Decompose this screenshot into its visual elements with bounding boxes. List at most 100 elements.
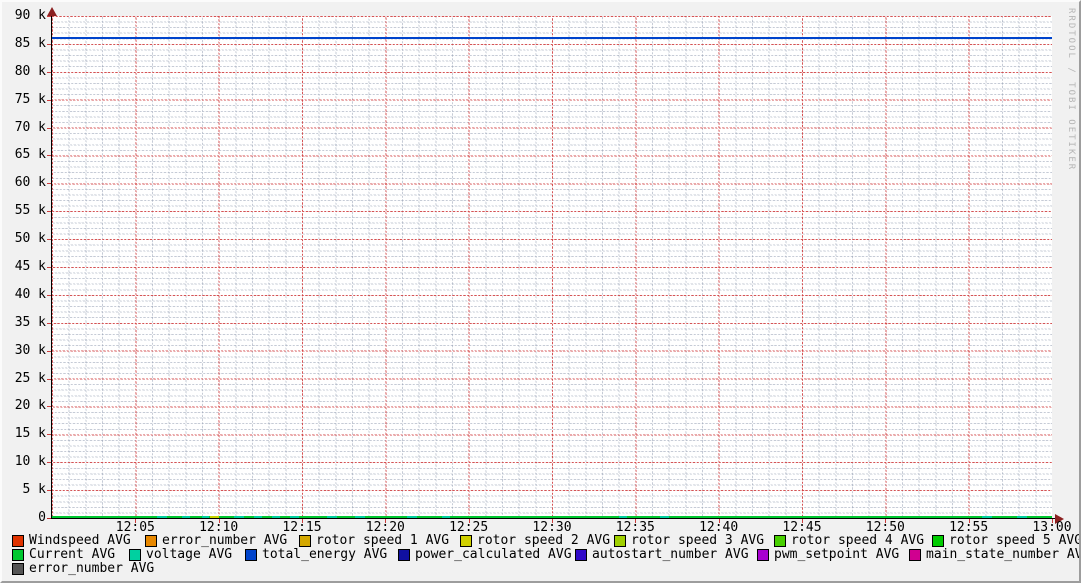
- y-axis-label: 90 k: [14, 8, 46, 23]
- legend-color-swatch: [145, 535, 157, 547]
- legend-color-swatch: [774, 535, 786, 547]
- y-axis-label: 35 k: [14, 314, 46, 330]
- x-axis-tick: [1052, 519, 1053, 523]
- legend-label: error_number AVG: [29, 561, 155, 576]
- legend-item: error_number AVG: [145, 533, 288, 548]
- x-axis-tick: [385, 519, 387, 523]
- legend-color-swatch: [460, 535, 472, 547]
- y-axis-tick: [47, 239, 51, 241]
- y-axis-tick: [47, 155, 51, 157]
- legend-label: rotor speed 2 AVG: [477, 533, 611, 548]
- y-axis-tick: [47, 99, 51, 101]
- legend-item: main_state_number AVG: [909, 547, 1081, 562]
- y-axis-tick: [47, 462, 51, 464]
- legend-item: power_calculated AVG: [398, 547, 572, 562]
- y-axis-label: 50 k: [14, 231, 46, 247]
- y-axis-label: 55 k: [14, 203, 46, 219]
- y-axis-tick: [47, 378, 51, 380]
- y-axis-tick: [47, 434, 51, 436]
- y-axis-label: 15 k: [14, 426, 46, 442]
- y-axis-tick: [47, 127, 51, 129]
- y-axis-tick: [47, 71, 51, 73]
- y-axis-tick: [47, 267, 51, 268]
- legend-item: pwm_setpoint AVG: [757, 547, 900, 562]
- legend-color-swatch: [398, 549, 410, 561]
- legend-label: rotor speed 4 AVG: [791, 533, 925, 548]
- x-axis-tick: [635, 519, 637, 523]
- legend-color-swatch: [129, 549, 141, 561]
- x-axis-tick: [552, 519, 553, 523]
- y-axis-label: 0: [38, 510, 46, 525]
- y-axis-label: 60 k: [14, 175, 46, 191]
- legend-color-swatch: [932, 535, 944, 547]
- y-axis-arrow-icon: [47, 7, 57, 16]
- legend-color-swatch: [12, 535, 24, 547]
- legend-label: rotor speed 3 AVG: [631, 533, 765, 548]
- y-axis-label: 30 k: [14, 342, 46, 358]
- x-axis-tick: [718, 519, 720, 523]
- legend-item: rotor speed 4 AVG: [774, 533, 925, 548]
- y-axis-label: 65 k: [14, 147, 46, 163]
- total-energy-series-line: [52, 37, 1052, 40]
- y-axis-tick: [47, 406, 51, 408]
- y-axis-tick: [47, 322, 51, 324]
- y-axis-label: 80 k: [14, 63, 46, 79]
- y-axis-tick: [47, 294, 51, 296]
- legend-item: autostart_number AVG: [575, 547, 749, 562]
- legend-color-swatch: [245, 549, 257, 561]
- legend-label: pwm_setpoint AVG: [774, 547, 900, 562]
- x-axis-tick: [968, 519, 970, 523]
- x-axis-tick: [468, 519, 470, 523]
- y-axis-label: 45 k: [14, 259, 46, 274]
- x-axis-tick: [302, 519, 303, 523]
- x-axis-tick: [218, 519, 220, 523]
- rrdtool-graph: 90 k 85 k 80 k 75 k 70 k 65 k 60 k 55 k 50 k 45 k…: [0, 0, 1081, 583]
- legend-label: rotor speed 5 AVG: [949, 533, 1081, 548]
- legend-label: main_state_number AVG: [926, 547, 1081, 562]
- legend-item: rotor speed 1 AVG: [299, 533, 450, 548]
- legend-item: Windspeed AVG: [12, 533, 131, 548]
- y-axis-tick: [47, 16, 51, 17]
- legend-label: rotor speed 1 AVG: [316, 533, 450, 548]
- y-axis-tick: [47, 211, 51, 213]
- legend-item: error_number AVG: [12, 561, 155, 576]
- legend-color-swatch: [757, 549, 769, 561]
- legend-item: rotor speed 2 AVG: [460, 533, 611, 548]
- legend-color-swatch: [614, 535, 626, 547]
- x-axis-tick: [885, 519, 887, 523]
- y-axis-line: [51, 11, 52, 519]
- y-axis-tick: [47, 183, 51, 185]
- x-axis-tick: [135, 519, 137, 523]
- legend-item: total_energy AVG: [245, 547, 388, 562]
- y-axis-tick: [47, 518, 51, 519]
- legend-color-swatch: [299, 535, 311, 547]
- legend-label: autostart_number AVG: [592, 547, 749, 562]
- legend-label: total_energy AVG: [262, 547, 388, 562]
- legend-label: Current AVG: [29, 547, 116, 562]
- y-axis-label: 20 k: [14, 398, 46, 414]
- x-axis-tick: [802, 519, 803, 523]
- y-axis-label: 70 k: [14, 119, 46, 135]
- y-axis-label: 85 k: [14, 35, 46, 51]
- y-axis-tick: [47, 43, 51, 45]
- legend-label: Windspeed AVG: [29, 533, 131, 548]
- y-axis-tick: [47, 350, 51, 352]
- legend-label: error_number AVG: [162, 533, 288, 548]
- legend-color-swatch: [12, 549, 24, 561]
- legend-item: rotor speed 3 AVG: [614, 533, 765, 548]
- y-axis-label: 25 k: [14, 370, 46, 386]
- watermark-text: RRDTOOL / TOBI OETIKER: [1066, 8, 1076, 172]
- y-axis-label: 10 k: [14, 454, 46, 470]
- legend-label: power_calculated AVG: [415, 547, 572, 562]
- legend-item: voltage AVG: [129, 548, 232, 561]
- legend-item: Current AVG: [12, 547, 116, 562]
- legend-item: rotor speed 5 AVG: [932, 533, 1081, 548]
- y-axis-label: 40 k: [14, 286, 46, 302]
- legend-color-swatch: [909, 549, 921, 561]
- y-axis-tick: [47, 490, 51, 492]
- plot-area: [52, 16, 1052, 518]
- y-axis-label: 75 k: [14, 91, 46, 107]
- legend-color-swatch: [12, 563, 24, 575]
- x-axis-line: [47, 518, 1055, 519]
- legend-color-swatch: [575, 549, 587, 561]
